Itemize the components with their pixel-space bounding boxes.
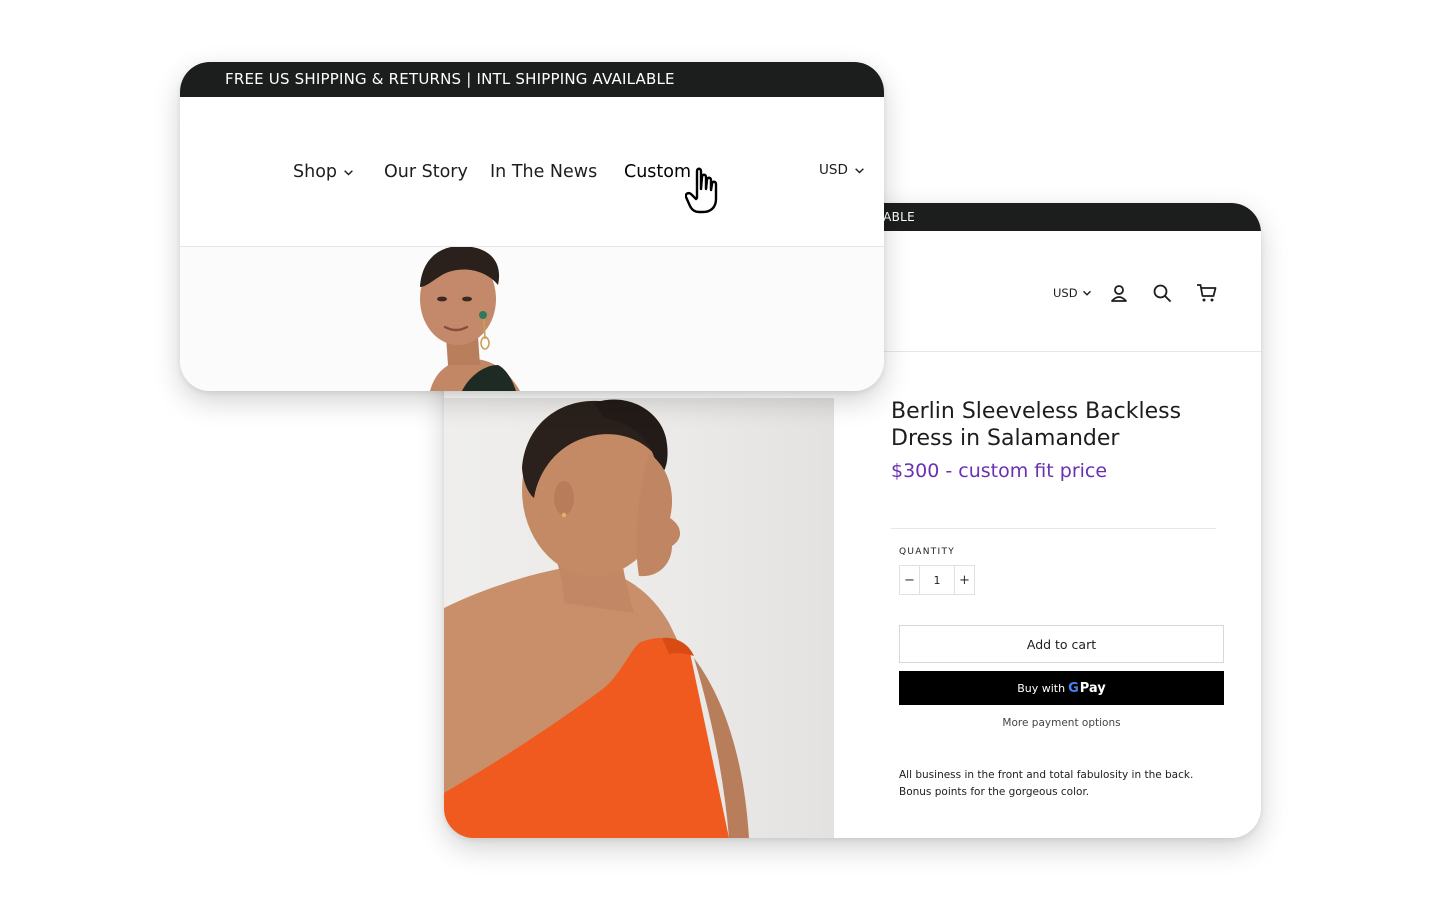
cart-button[interactable] [1196, 283, 1218, 303]
info-divider [891, 528, 1216, 529]
quantity-input[interactable]: 1 [920, 566, 954, 594]
cart-icon [1197, 284, 1217, 302]
quantity-plus-button[interactable]: + [954, 566, 974, 594]
product-title: Berlin Sleeveless Backless Dress in Sala… [891, 399, 1182, 451]
product-price: $300 - custom fit price [891, 460, 1108, 482]
hero-banner[interactable] [180, 247, 884, 391]
chevron-down-icon [344, 169, 353, 175]
more-payment-options-link[interactable]: More payment options [899, 717, 1224, 729]
buy-with-gpay-button[interactable]: Buy with G Pay [899, 671, 1224, 705]
hand-pointer-cursor-icon [685, 167, 718, 214]
announcement-text: FREE US SHIPPING & RETURNS | INTL SHIPPI… [225, 70, 675, 88]
nav-item-in-the-news[interactable]: In The News [490, 160, 597, 184]
model-photo [420, 247, 520, 391]
product-image[interactable] [444, 398, 834, 838]
currency-label: USD [819, 162, 848, 178]
quantity-minus-button[interactable]: − [900, 566, 920, 594]
search-button[interactable] [1152, 283, 1172, 303]
nav-item-label: In The News [490, 162, 598, 182]
product-info: Berlin Sleeveless Backless Dress in Sala… [891, 398, 1231, 798]
nav-item-custom[interactable]: Custom [624, 160, 691, 184]
currency-selector[interactable]: USD [1053, 283, 1092, 303]
chevron-down-icon [855, 167, 864, 173]
model-photo [444, 399, 749, 838]
announcement-bar: FREE US SHIPPING & RETURNS | INTL SHIPPI… [180, 62, 884, 97]
quantity-stepper[interactable]: − 1 + [899, 565, 975, 595]
product-description: All business in the front and total fabu… [899, 769, 1194, 798]
currency-label: USD [1053, 286, 1078, 300]
user-icon [1111, 285, 1127, 302]
site-navigation-window: FREE US SHIPPING & RETURNS | INTL SHIPPI… [180, 62, 884, 391]
chevron-down-icon [1082, 290, 1091, 296]
nav-item-label: Our Story [384, 162, 468, 182]
gpay-pay-text: Pay [1079, 680, 1106, 696]
gpay-logo: G Pay [1068, 681, 1106, 696]
add-to-cart-button[interactable]: Add to cart [899, 625, 1224, 663]
currency-selector[interactable]: USD [819, 162, 865, 178]
quantity-label: QUANTITY [899, 547, 956, 557]
search-icon [1153, 284, 1171, 302]
account-button[interactable] [1109, 283, 1129, 303]
nav-item-our-story[interactable]: Our Story [384, 160, 468, 184]
nav-item-label: Shop [293, 162, 338, 182]
google-g-icon: G [1068, 680, 1079, 696]
nav-item-label: Custom [624, 162, 692, 182]
nav-item-shop[interactable]: Shop [293, 160, 354, 184]
buy-with-label: Buy with [1017, 681, 1066, 695]
